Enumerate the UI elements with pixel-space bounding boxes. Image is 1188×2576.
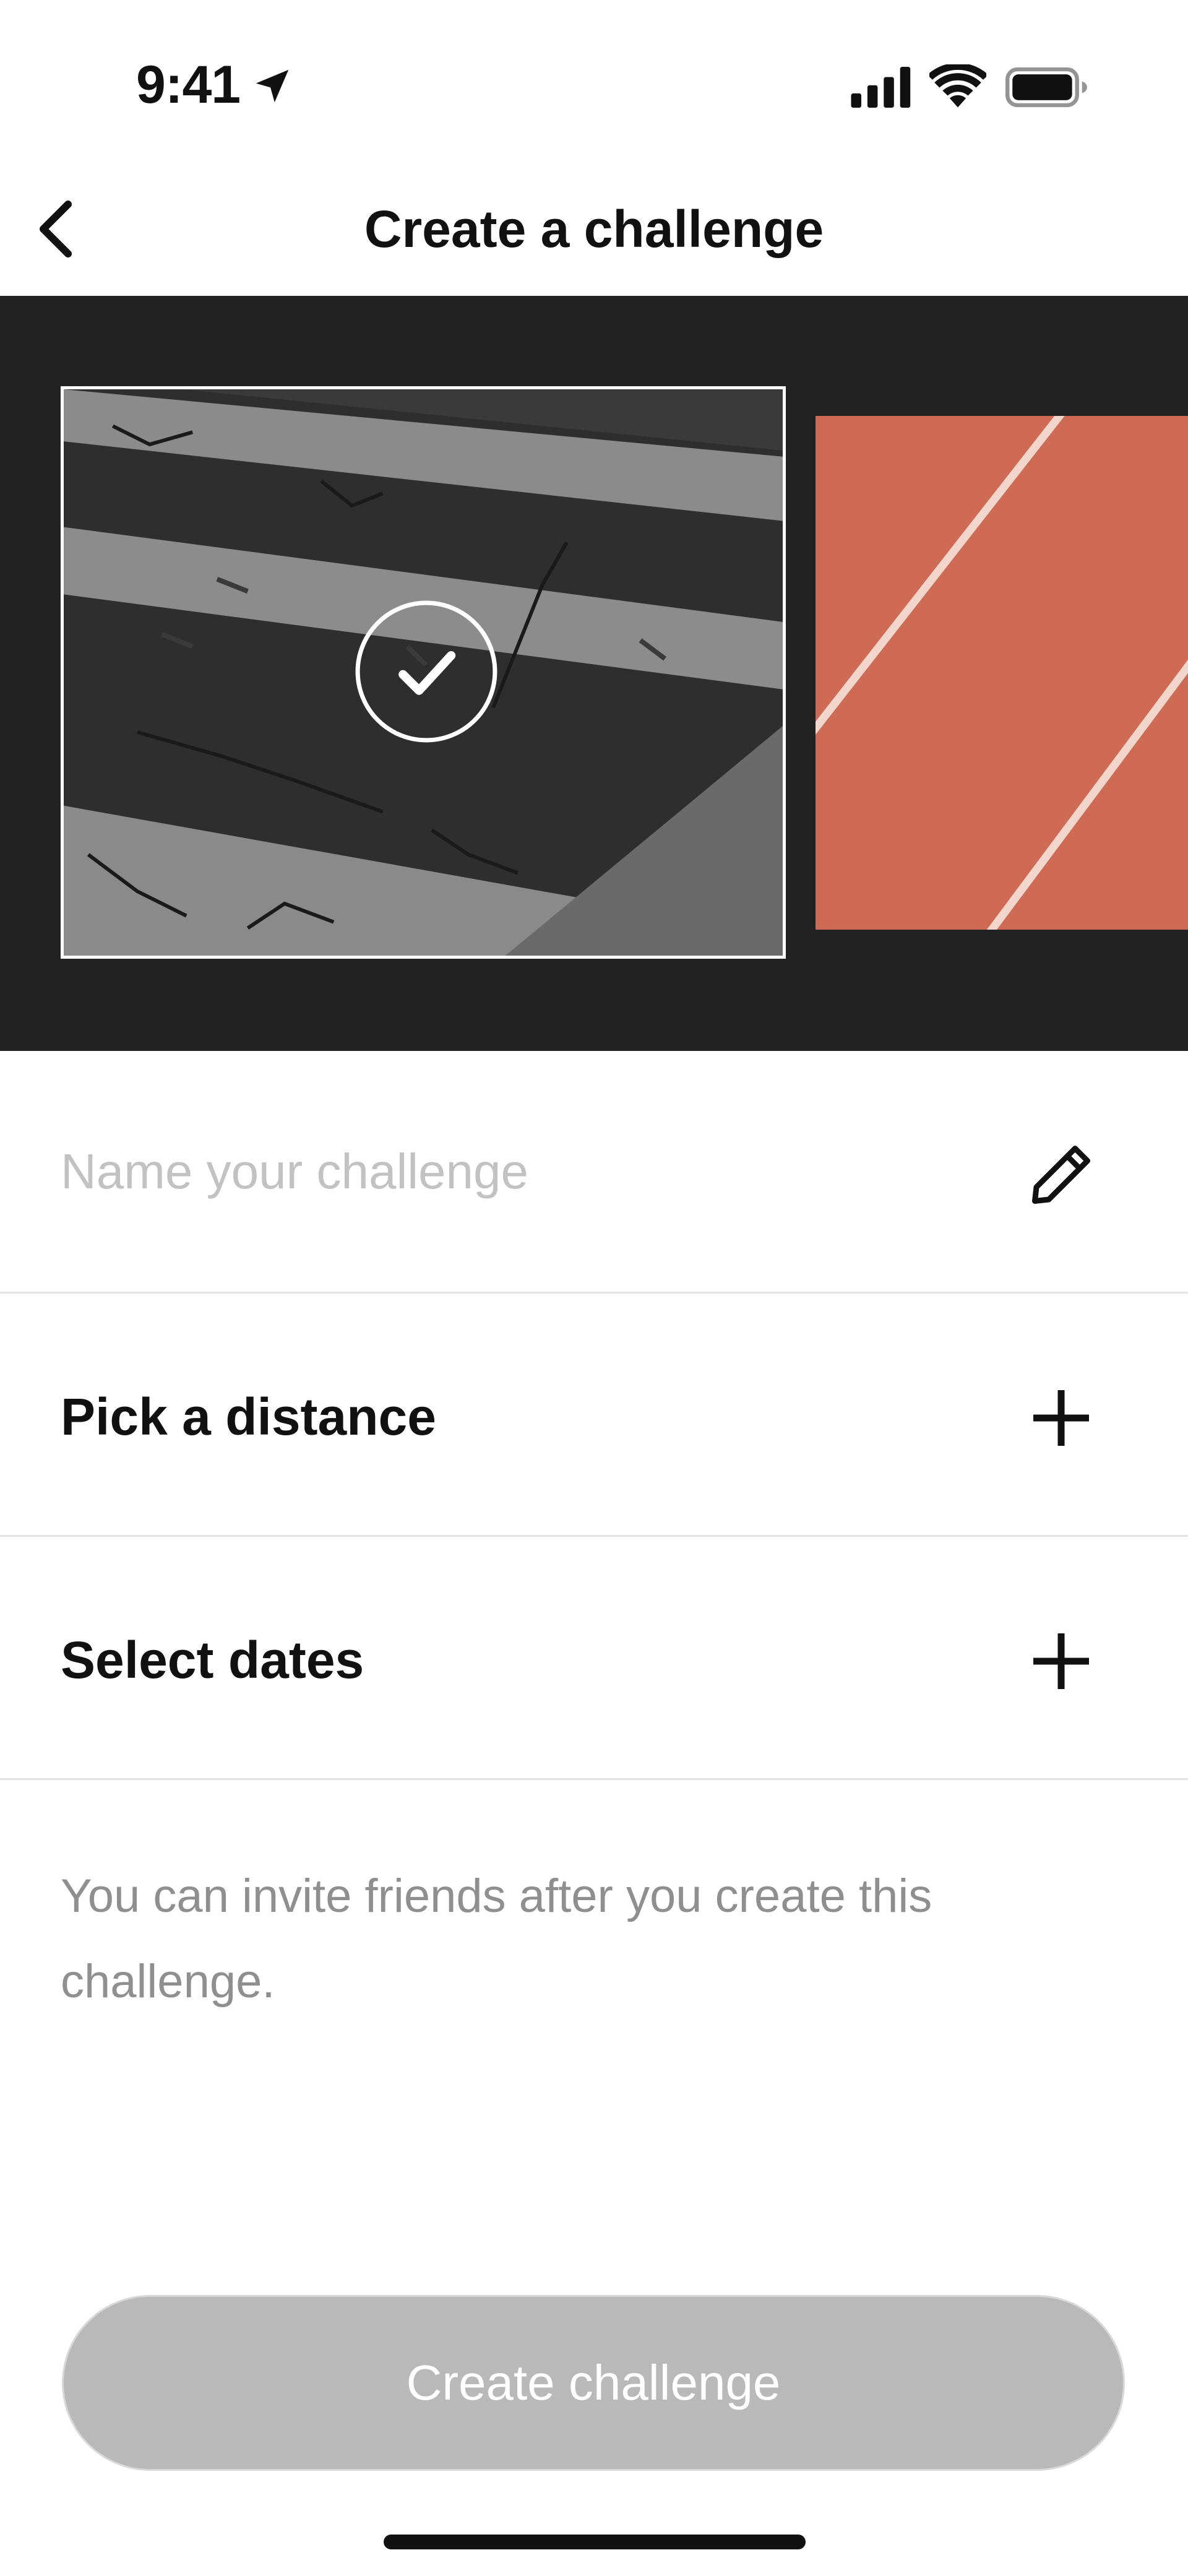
pick-distance-row[interactable]: Pick a distance [0,1294,1188,1537]
challenge-name-input[interactable] [61,1138,989,1206]
challenge-name-row[interactable] [0,1051,1188,1294]
pencil-icon[interactable] [1024,1138,1098,1212]
create-challenge-button[interactable]: Create challenge [62,2295,1125,2471]
cellular-signal-icon [851,67,911,108]
pick-distance-label: Pick a distance [61,1388,436,1446]
wifi-icon [929,64,986,108]
carousel-image-asphalt[interactable] [61,386,786,959]
running-track-image [816,416,1188,930]
status-time: 9:41 [136,55,241,115]
plus-icon[interactable] [1024,1624,1098,1698]
nav-bar: Create a challenge [0,167,1188,296]
image-carousel[interactable] [0,296,1188,1051]
location-arrow-icon [256,69,289,103]
plus-icon[interactable] [1024,1381,1098,1455]
select-dates-label: Select dates [61,1631,364,1689]
carousel-image-running-track[interactable] [816,416,1188,930]
invite-info-text: You can invite friends after you create … [61,1870,932,2008]
battery-icon [1005,67,1087,108]
home-indicator [384,2535,806,2549]
status-bar: 9:41 [0,0,1188,167]
select-dates-row[interactable]: Select dates [0,1537,1188,1780]
page-title: Create a challenge [364,200,824,258]
checkmark-circle-icon [355,600,497,743]
